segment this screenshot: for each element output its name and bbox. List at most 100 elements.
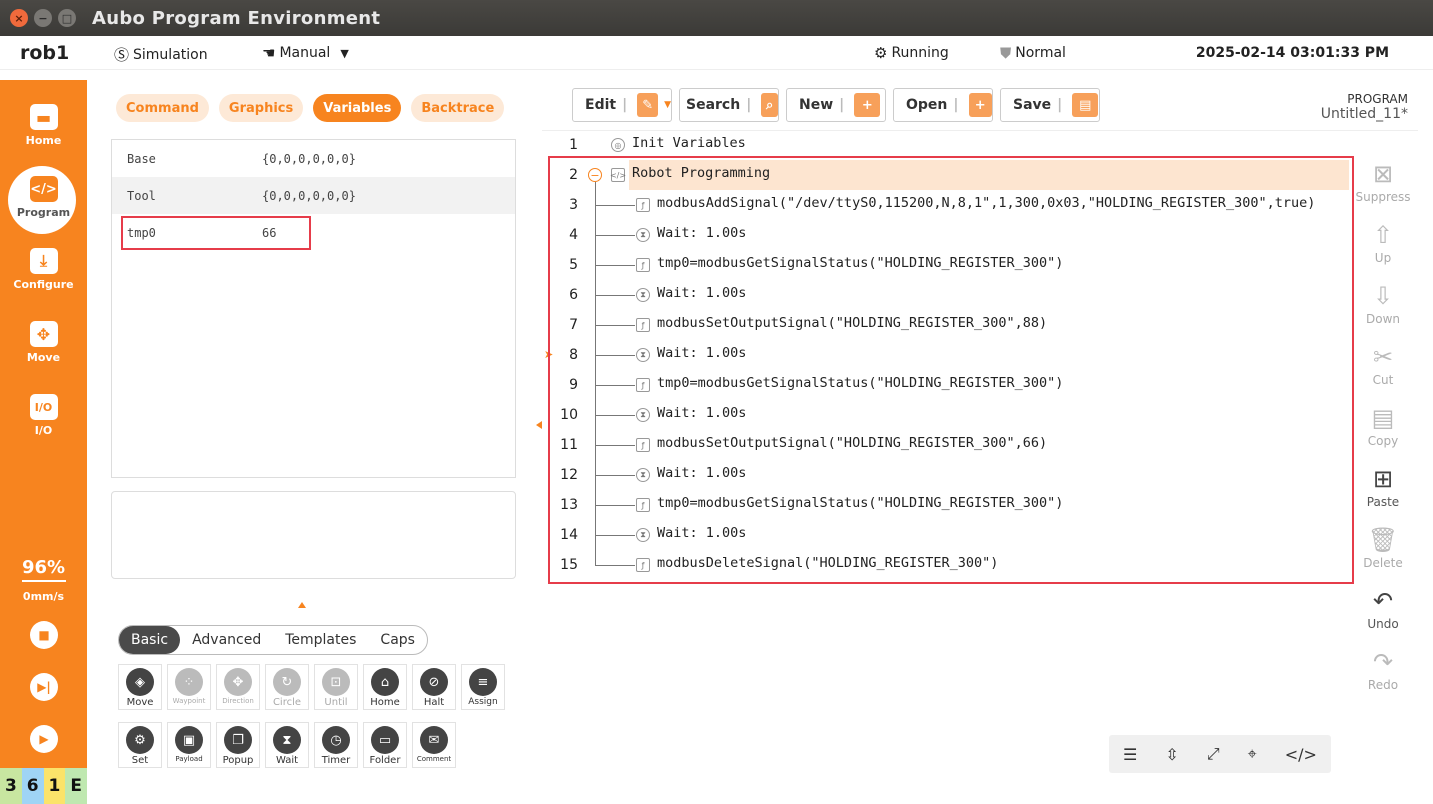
assign-icon: ≡ — [469, 668, 497, 696]
command-wait-button[interactable]: ⧗ Wait — [265, 722, 309, 768]
sidebar-item-move[interactable]: ✥ Move — [0, 321, 87, 364]
step-button[interactable]: ▶| — [30, 673, 58, 701]
search-button[interactable]: Search | ⌕ — [679, 88, 779, 122]
speed-percent[interactable]: 96% — [21, 557, 66, 582]
variable-row[interactable]: Base {0,0,0,0,0,0} — [112, 140, 515, 177]
command-direction-button[interactable]: ✥ Direction — [216, 664, 260, 710]
stop-button[interactable]: ■ — [30, 621, 58, 649]
close-window-button[interactable]: × — [10, 9, 28, 27]
tab-basic[interactable]: Basic — [119, 626, 181, 654]
up-button[interactable]: ⇧ Up — [1348, 221, 1418, 265]
arrow-down-icon: ⇩ — [1372, 282, 1394, 310]
command-folder-button[interactable]: ▭ Folder — [363, 722, 407, 768]
open-folder-icon: + — [968, 93, 992, 117]
home-icon: ⌂ — [371, 668, 399, 696]
chevron-down-icon: ▼ — [340, 46, 349, 60]
command-assign-button[interactable]: ≡ Assign — [461, 664, 505, 710]
collapse-lines-icon[interactable]: ⇳ — [1165, 745, 1178, 764]
window-titlebar: × − □ Aubo Program Environment — [0, 0, 1433, 36]
variables-panel: Command Graphics Variables Backtrace Bas… — [100, 80, 529, 595]
minimize-window-button[interactable]: − — [34, 9, 52, 27]
paste-button[interactable]: ⊞ Paste — [1348, 465, 1418, 509]
copy-icon: ▤ — [1371, 404, 1395, 432]
sidebar-item-home[interactable]: ▬ Home — [0, 104, 87, 147]
simulation-icon: Ⓢ — [114, 46, 130, 64]
status-bar: rob1 Ⓢ Simulation ☚ Manual ▼ ⚙ Running ⛊… — [0, 36, 1433, 70]
robot-arm-icon: ⚙ — [874, 44, 888, 62]
program-name: Untitled_11* — [1320, 106, 1408, 122]
stop-icon: ■ — [38, 628, 50, 642]
play-button[interactable]: ▶ — [30, 725, 58, 753]
expand-lines-icon[interactable]: ☰ — [1123, 745, 1137, 764]
command-comment-button[interactable]: ✉ Comment — [412, 722, 456, 768]
suppress-icon: ⊠ — [1372, 160, 1394, 188]
save-button[interactable]: Save | ▤ — [1000, 88, 1100, 122]
down-button[interactable]: ⇩ Down — [1348, 282, 1418, 326]
play-icon: ▶ — [39, 732, 49, 746]
command-move-button[interactable]: ◈ Move — [118, 664, 162, 710]
simulation-mode[interactable]: Ⓢ Simulation — [114, 44, 208, 65]
edit-button[interactable]: Edit | ✎ ▼ — [572, 88, 672, 122]
code-view-icon[interactable]: </> — [1285, 745, 1317, 764]
variable-detail-box — [111, 491, 516, 579]
cut-button[interactable]: ✂ Cut — [1348, 343, 1418, 387]
variable-row[interactable]: Tool {0,0,0,0,0,0} — [112, 177, 515, 214]
status-code: E — [65, 768, 87, 804]
tab-templates[interactable]: Templates — [273, 626, 368, 654]
fullscreen-icon[interactable]: ⤢ — [1207, 744, 1220, 764]
command-circle-button[interactable]: ↻ Circle — [265, 664, 309, 710]
timer-icon: ◷ — [322, 726, 350, 754]
new-button[interactable]: New | + — [786, 88, 886, 122]
sidebar-item-configure[interactable]: ⤓ Configure — [0, 248, 87, 291]
command-tabs: Basic Advanced Templates Caps — [118, 625, 428, 655]
command-payload-button[interactable]: ▣ Payload — [167, 722, 211, 768]
status-code: 3 — [0, 768, 22, 804]
popup-icon: ❐ — [224, 726, 252, 754]
copy-button[interactable]: ▤ Copy — [1348, 404, 1418, 448]
until-icon: ⊡ — [322, 668, 350, 696]
trash-icon: 🗑 — [1367, 526, 1399, 554]
command-timer-button[interactable]: ◷ Timer — [314, 722, 358, 768]
variable-name: Base — [127, 151, 156, 166]
command-waypoint-button[interactable]: ⁘ Waypoint — [167, 664, 211, 710]
locate-icon[interactable]: ⌖ — [1248, 744, 1257, 764]
command-until-button[interactable]: ⊡ Until — [314, 664, 358, 710]
halt-icon: ⊘ — [420, 668, 448, 696]
editor-bottom-toolbar: ☰ ⇳ ⤢ ⌖ </> — [1109, 735, 1331, 773]
open-button[interactable]: Open | + — [893, 88, 993, 122]
tab-graphics[interactable]: Graphics — [218, 94, 304, 122]
variable-value: {0,0,0,0,0,0} — [262, 151, 356, 166]
delete-button[interactable]: 🗑 Delete — [1348, 526, 1418, 570]
command-halt-button[interactable]: ⊘ Halt — [412, 664, 456, 710]
sidebar-item-io[interactable]: I/O I/O — [0, 394, 87, 437]
init-icon: ◎ — [611, 138, 625, 152]
suppress-button[interactable]: ⊠ Suppress — [1348, 160, 1418, 204]
command-popup-button[interactable]: ❐ Popup — [216, 722, 260, 768]
redo-button[interactable]: ↷ Redo — [1348, 648, 1418, 692]
new-file-icon: + — [854, 93, 881, 117]
variables-table: Base {0,0,0,0,0,0} Tool {0,0,0,0,0,0} tm… — [111, 139, 516, 478]
paste-icon: ⊞ — [1372, 465, 1394, 493]
sidebar-item-program[interactable]: </> Program — [0, 166, 87, 234]
tab-backtrace[interactable]: Backtrace — [411, 94, 505, 122]
command-set-button[interactable]: ⚙ Set — [118, 722, 162, 768]
tab-command[interactable]: Command — [116, 94, 209, 122]
speed-display: 96% 0mm/s — [0, 557, 87, 603]
comment-icon: ✉ — [420, 726, 448, 754]
search-icon: ⌕ — [761, 93, 778, 117]
home-icon: ▬ — [29, 104, 58, 130]
maximize-window-button[interactable]: □ — [58, 9, 76, 27]
chevron-down-icon: ▼ — [664, 100, 671, 110]
control-mode-dropdown[interactable]: ☚ Manual ▼ — [262, 44, 349, 62]
tab-advanced[interactable]: Advanced — [180, 626, 273, 654]
program-editor: Edit | ✎ ▼ Search | ⌕ New | + Open | + Save | ▤ PRO… — [542, 80, 1418, 794]
robot-name: rob1 — [20, 42, 70, 64]
tab-caps[interactable]: Caps — [368, 626, 427, 654]
move-arrows-icon: ✥ — [29, 321, 58, 347]
tab-variables[interactable]: Variables — [313, 94, 402, 122]
left-tabs: Command Graphics Variables Backtrace — [116, 94, 505, 122]
wait-icon: ⧗ — [273, 726, 301, 754]
shield-icon: ⛊ — [1000, 44, 1012, 62]
undo-button[interactable]: ↶ Undo — [1348, 587, 1418, 631]
command-home-button[interactable]: ⌂ Home — [363, 664, 407, 710]
